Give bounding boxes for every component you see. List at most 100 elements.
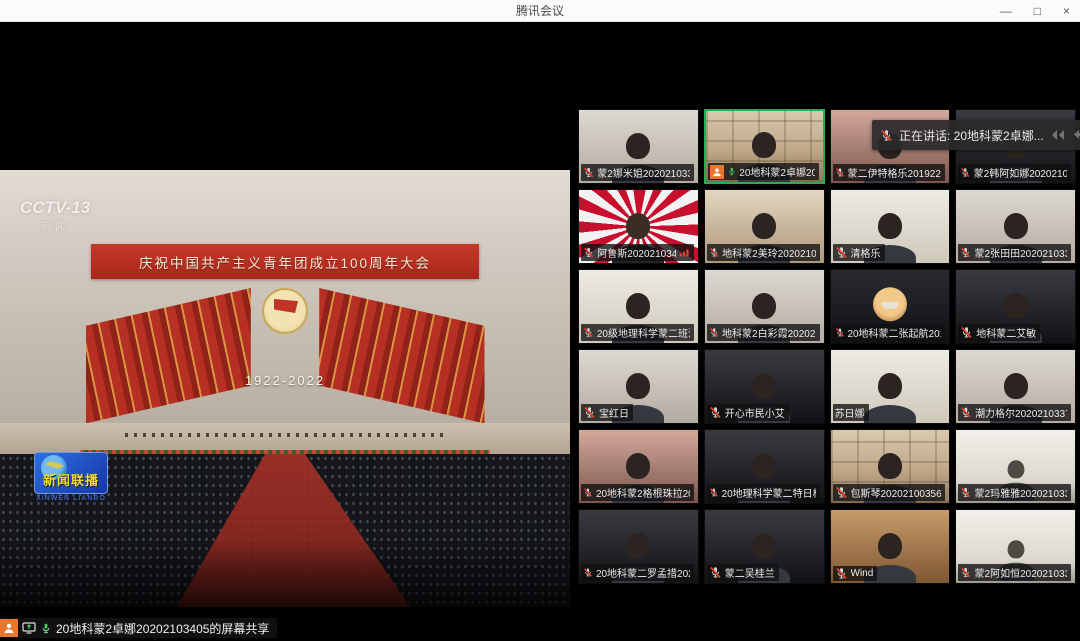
participant-tile[interactable]: 蒙2阿如恒20202103379 bbox=[955, 509, 1076, 584]
participant-name: 蒙2韩阿如娜20202103407 bbox=[974, 165, 1067, 180]
participant-tile[interactable]: Wind bbox=[830, 509, 951, 584]
youth-league-emblem bbox=[262, 288, 308, 334]
mic-muted-icon bbox=[880, 129, 893, 142]
participant-label: 蒙二伊特格乐20192202252 bbox=[833, 164, 946, 181]
speaking-indicator-text: 正在讲话: 20地科蒙2卓娜... bbox=[899, 127, 1044, 144]
cctv-watermark-sub: 新闻 bbox=[20, 218, 90, 233]
participant-tile[interactable]: 20级地理科学蒙二班浩然 bbox=[578, 269, 699, 344]
stage-dais bbox=[0, 423, 570, 454]
mic-muted-icon bbox=[835, 166, 845, 179]
mic-muted-icon bbox=[960, 406, 972, 419]
participant-tile[interactable]: 地科蒙二艾敏 bbox=[955, 269, 1076, 344]
participant-tile[interactable]: 包斯琴20202100356 bbox=[830, 429, 951, 504]
mic-on-icon bbox=[727, 165, 737, 178]
mic-muted-icon bbox=[960, 566, 971, 579]
participant-name: 蒙2玛雅雅20202103393 bbox=[975, 485, 1067, 500]
participant-name: 蒙二伊特格乐20192202252 bbox=[848, 165, 942, 180]
mic-muted-icon bbox=[583, 566, 593, 579]
participant-label: 20地科蒙2格根珠拉20192... bbox=[581, 484, 694, 501]
xinwen-lianbo-text: 新闻联播 bbox=[43, 470, 99, 493]
shared-screen-video: 庆祝中国共产主义青年团成立100周年大会 1922-2022 CCTV-13 新… bbox=[0, 170, 570, 607]
mic-muted-icon bbox=[960, 166, 970, 179]
minimize-button[interactable]: — bbox=[996, 0, 1016, 22]
participant-name: 20地科蒙2格根珠拉20192... bbox=[596, 485, 690, 500]
participant-name: 蒙二吴桂兰 bbox=[725, 565, 775, 580]
participant-name: 包斯琴20202100356 bbox=[850, 485, 941, 500]
mic-muted-icon bbox=[709, 246, 719, 259]
participant-silhouette bbox=[862, 371, 918, 423]
participant-name: 地科蒙二艾敏 bbox=[976, 325, 1036, 340]
speaking-indicator: 正在讲话: 20地科蒙2卓娜... bbox=[872, 120, 1080, 150]
participant-tile[interactable]: 20地理科学蒙二特日格乐2... bbox=[704, 429, 825, 504]
participant-label: 蒙二吴桂兰 bbox=[707, 564, 779, 581]
participant-tile[interactable]: 20地科蒙二张起航201922... bbox=[830, 269, 951, 344]
reply-arrow-icon[interactable] bbox=[1072, 128, 1080, 142]
mic-muted-icon bbox=[835, 326, 845, 339]
participant-tile[interactable]: 蒙二吴桂兰 bbox=[704, 509, 825, 584]
participant-label: 蒙2张田田20202103395 bbox=[958, 244, 1071, 261]
participant-label: 蒙2娜米姐20202103372 bbox=[581, 164, 694, 181]
participant-name: 20地科蒙二张起航201922... bbox=[847, 325, 941, 340]
participant-label: 包斯琴20202100356 bbox=[833, 484, 946, 501]
window-title: 腾讯会议 bbox=[516, 2, 564, 19]
maximize-button[interactable]: □ bbox=[1030, 0, 1045, 22]
window-titlebar: 腾讯会议 — □ × bbox=[0, 0, 1080, 22]
screen-share-status-bar: 20地科蒙2卓娜20202103405的屏幕共享 bbox=[0, 618, 277, 638]
mic-muted-icon bbox=[960, 246, 971, 259]
mic-muted-icon bbox=[709, 486, 719, 499]
ceremony-banner-text: 庆祝中国共产主义青年团成立100周年大会 bbox=[139, 252, 431, 272]
participant-name: 蒙2阿如恒20202103379 bbox=[975, 565, 1067, 580]
participant-name: 宝红日 bbox=[599, 405, 629, 420]
participant-label: 地科蒙二艾敏 bbox=[958, 324, 1040, 341]
participant-label: 20地理科学蒙二特日格乐2... bbox=[707, 484, 820, 501]
participant-label: 蒙2玛雅雅20202103393 bbox=[958, 484, 1071, 501]
screen-share-status-text: 20地科蒙2卓娜20202103405的屏幕共享 bbox=[56, 620, 269, 637]
participant-label: 蒙2阿如恒20202103379 bbox=[958, 564, 1071, 581]
participant-tile[interactable]: 地科蒙2白彩霞20202103... bbox=[704, 269, 825, 344]
participant-tile[interactable]: 20地科蒙2格根珠拉20192... bbox=[578, 429, 699, 504]
participant-tile[interactable]: 蒙2娜米姐20202103372 bbox=[578, 109, 699, 184]
participant-name: 蒙2张田田20202103395 bbox=[975, 245, 1067, 260]
participant-name: 阿鲁斯20202103410 bbox=[597, 245, 676, 260]
participant-name: 20地科蒙二罗孟措202021... bbox=[596, 565, 690, 580]
participant-grid: 蒙2娜米姐20202103372 bbox=[578, 109, 1076, 584]
sharing-badge-icon bbox=[710, 165, 724, 179]
participant-tile[interactable]: 清格乐 bbox=[830, 189, 951, 264]
participant-name: 蒙2娜米姐20202103372 bbox=[597, 165, 689, 180]
participant-name: 清格乐 bbox=[851, 245, 881, 260]
participant-tile[interactable]: 阿鲁斯20202103410 bbox=[578, 189, 699, 264]
ceremony-banner: 庆祝中国共产主义青年团成立100周年大会 bbox=[91, 244, 479, 279]
close-button[interactable]: × bbox=[1059, 0, 1074, 22]
participant-tile[interactable]: 20地科蒙二罗孟措202021... bbox=[578, 509, 699, 584]
participant-tile[interactable]: 苏日娜 bbox=[830, 349, 951, 424]
participant-tile[interactable]: 地科蒙2美玲20202103388 bbox=[704, 189, 825, 264]
participant-tile[interactable]: 蒙2玛雅雅20202103393 bbox=[955, 429, 1076, 504]
participant-label: 开心市民小艾 bbox=[707, 404, 789, 421]
participant-tile[interactable]: 潮力格尔20202103376 bbox=[955, 349, 1076, 424]
participant-tile[interactable]: 宝红日 bbox=[578, 349, 699, 424]
participant-tile[interactable]: 开心市民小艾 bbox=[704, 349, 825, 424]
participant-label: 20级地理科学蒙二班浩然 bbox=[581, 324, 694, 341]
mic-muted-icon bbox=[583, 326, 594, 339]
participant-name: 潮力格尔20202103376 bbox=[975, 405, 1067, 420]
mic-muted-icon bbox=[835, 486, 848, 499]
participant-tile[interactable]: 20地科蒙2卓娜20202... bbox=[704, 109, 825, 184]
forward-arrows-icon[interactable] bbox=[1050, 128, 1066, 142]
mic-muted-icon bbox=[960, 486, 971, 499]
participant-label: 20地科蒙2卓娜20202... bbox=[708, 163, 819, 180]
participant-name: 20级地理科学蒙二班浩然 bbox=[597, 325, 690, 340]
participant-label: 20地科蒙二罗孟措202021... bbox=[581, 564, 694, 581]
participant-tile[interactable]: 蒙2张田田20202103395 bbox=[955, 189, 1076, 264]
poor-network-icon bbox=[679, 247, 689, 258]
xinwen-lianbo-subtext: XINWEN LIANBO bbox=[34, 495, 108, 502]
participant-name: 地科蒙2美玲20202103388 bbox=[722, 245, 815, 260]
participant-label: 地科蒙2美玲20202103388 bbox=[707, 244, 820, 261]
mic-muted-icon bbox=[835, 246, 848, 259]
mic-muted-icon bbox=[583, 486, 593, 499]
participant-label: 地科蒙2白彩霞20202103... bbox=[707, 324, 820, 341]
emblem-years: 1922-2022 bbox=[0, 373, 570, 388]
mic-on-icon bbox=[40, 622, 52, 635]
participant-label: 清格乐 bbox=[833, 244, 885, 261]
presenter-badge-icon bbox=[0, 619, 18, 637]
mic-muted-icon bbox=[709, 326, 719, 339]
